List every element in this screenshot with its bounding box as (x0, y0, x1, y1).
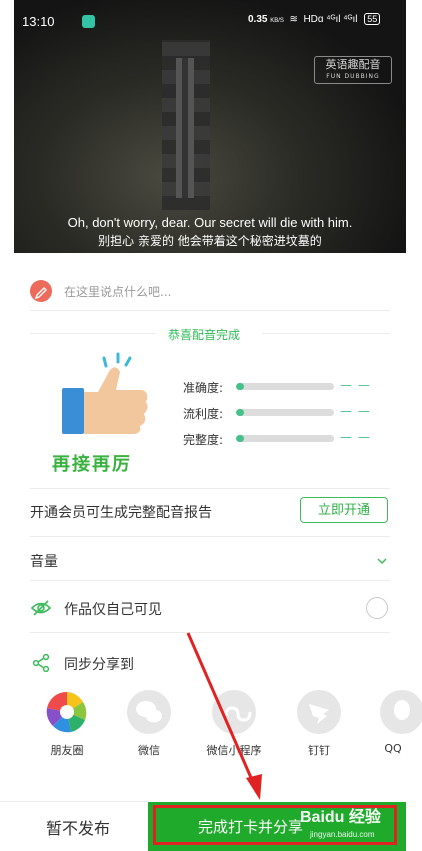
divider (30, 488, 390, 489)
metric-completeness-label: 完整度: (183, 433, 224, 447)
thumbs-up-icon (58, 352, 154, 440)
moments-icon[interactable] (45, 690, 89, 734)
share-app-label: 朋友圈 (50, 744, 84, 757)
comment-input[interactable]: 在这里说点什么吧... (64, 283, 171, 300)
share-app-label: QQ (384, 742, 402, 755)
battery-level: 55 (367, 14, 378, 24)
status-icons: 0.35 KB/S ≋ HDɑ ⁴ᴳıl ⁴ᴳıl 55 (248, 13, 381, 25)
wechat-icon[interactable] (127, 690, 171, 734)
status-time: 13:10 (22, 14, 55, 29)
metric-fluency-bar (236, 409, 334, 416)
divider (30, 310, 390, 311)
divider (30, 536, 390, 537)
metric-accuracy-value: — — (340, 378, 371, 392)
skip-publish-button[interactable]: 暂不发布 (46, 815, 110, 839)
share-app-label: 钉钉 (308, 744, 330, 757)
logo-text: 英语趣配音 (325, 58, 381, 71)
share-app-label: 微信小程序 (206, 744, 262, 757)
subtitle-chinese: 别担心 亲爱的 他会带着这个秘密进坟墓的 (98, 234, 322, 248)
chevron-down-icon[interactable] (377, 551, 387, 565)
baidu-watermark: Baidu 经验 (300, 809, 381, 826)
fun-dubbing-logo: 英语趣配音 FUN DUBBING (314, 56, 392, 84)
divider (0, 801, 148, 802)
share-icon (32, 653, 50, 673)
privacy-label: 作品仅自己可见 (64, 602, 162, 618)
qq-icon[interactable] (380, 690, 422, 734)
metric-completeness-bar (236, 435, 334, 442)
pencil-icon (30, 280, 52, 302)
pixelated-detail (176, 58, 194, 198)
wifi-icon: ≋ (286, 14, 301, 25)
metric-fluency-value: — — (340, 404, 371, 418)
notification-icon (82, 15, 95, 28)
encourage-text: 再接再厉 (52, 454, 132, 475)
divider (262, 333, 390, 334)
dingtalk-icon[interactable] (297, 690, 341, 734)
privacy-radio[interactable] (366, 597, 388, 619)
network-speed: 0.35 (248, 14, 268, 25)
result-title: 恭喜配音完成 (168, 328, 241, 342)
metric-accuracy-label: 准确度: (183, 381, 224, 395)
share-app-label: 微信 (138, 744, 160, 757)
logo-subtext: FUN DUBBING (326, 73, 380, 80)
metric-accuracy-bar (236, 383, 334, 390)
volume-label[interactable]: 音量 (30, 551, 58, 571)
divider (30, 632, 390, 633)
share-label: 同步分享到 (64, 657, 134, 673)
metric-completeness-value: — — (340, 430, 371, 444)
signal-indicators: HDɑ ⁴ᴳıl ⁴ᴳıl (303, 14, 358, 25)
network-speed-unit: KB/S (270, 18, 284, 24)
open-vip-button[interactable]: 立即开通 (300, 497, 388, 523)
vip-prompt: 开通会员可生成完整配音报告 (30, 505, 212, 521)
battery-icon: 55 (364, 13, 381, 25)
metric-fluency-label: 流利度: (183, 407, 224, 421)
mini-program-icon[interactable] (212, 690, 256, 734)
baidu-watermark-url: jingyan.baidu.com (310, 830, 375, 839)
eye-slash-icon (30, 599, 52, 617)
divider (30, 580, 390, 581)
subtitle-english: Oh, don't worry, dear. Our secret will d… (67, 215, 353, 230)
divider (30, 333, 156, 334)
